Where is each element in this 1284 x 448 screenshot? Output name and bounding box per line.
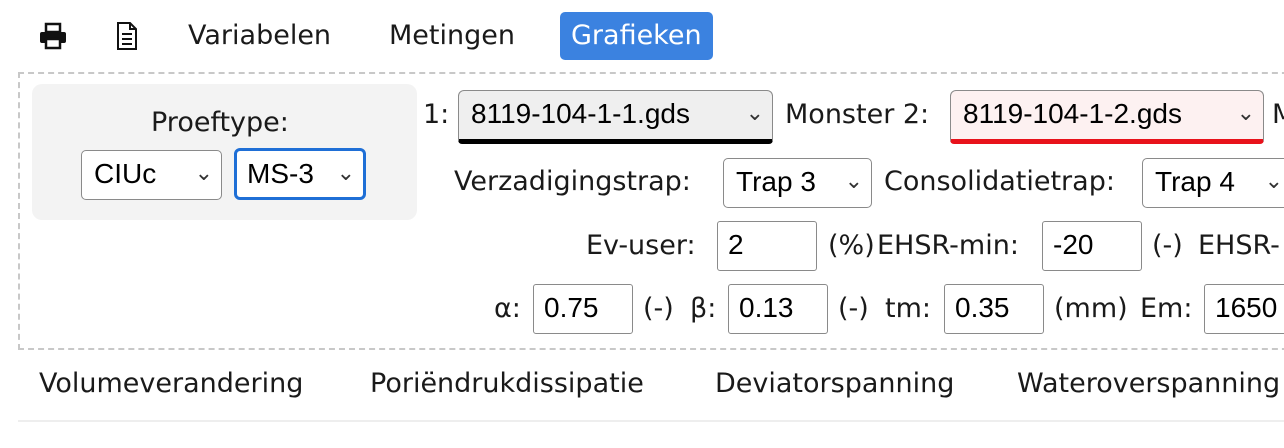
saturation-step-value: Trap 3 — [736, 166, 816, 197]
tab-wateroverspanning[interactable]: Wateroverspanning — [1017, 362, 1280, 406]
chevron-down-icon: ⌄ — [844, 169, 863, 194]
ev-user-label: Ev-user: — [586, 230, 696, 261]
tabs-divider — [18, 420, 1284, 422]
proeftype-label: Proeftype: — [151, 107, 289, 138]
ehsr-min-input[interactable]: -20 — [1042, 221, 1142, 271]
em-label: Em: — [1140, 293, 1193, 324]
sample-2-select[interactable]: 8119-104-1-2.gds ⌄ — [950, 90, 1264, 144]
chevron-down-icon: ⌄ — [745, 101, 764, 126]
sample-1-select[interactable]: 8119-104-1-1.gds ⌄ — [458, 90, 773, 144]
sample-1-value: 8119-104-1-1.gds — [471, 98, 690, 129]
chevron-down-icon: ⌄ — [1236, 101, 1255, 126]
tab-poriendrukdissipatie[interactable]: Poriëndrukdissipatie — [370, 362, 644, 406]
consolidation-step-select[interactable]: Trap 4 ⌄ — [1142, 158, 1284, 208]
ev-user-unit: (%) — [828, 230, 875, 261]
alpha-label: α: — [494, 293, 521, 324]
ehsr-min-label: EHSR-min: — [877, 230, 1019, 261]
tm-input[interactable]: 0.35 — [944, 284, 1044, 334]
consolidation-step-label: Consolidatietrap: — [884, 166, 1115, 197]
menu-grafieken[interactable]: Grafieken — [560, 12, 713, 60]
beta-input[interactable]: 0.13 — [728, 284, 828, 334]
tab-volumeverandering[interactable]: Volumeverandering — [39, 362, 303, 406]
test-type-value: CIUc — [94, 158, 157, 189]
printer-icon[interactable] — [38, 20, 68, 52]
saturation-step-label: Verzadigingstrap: — [454, 166, 691, 197]
alpha-unit: (-) — [643, 293, 674, 324]
menu-variabelen[interactable]: Variabelen — [188, 12, 331, 60]
alpha-input[interactable]: 0.75 — [533, 284, 633, 334]
test-type-select[interactable]: CIUc ⌄ — [81, 150, 222, 200]
chevron-down-icon: ⌄ — [1264, 169, 1283, 194]
sample-set-value: MS-3 — [247, 158, 314, 189]
em-input[interactable]: 1650 — [1204, 284, 1284, 334]
sample-set-select[interactable]: MS-3 ⌄ — [234, 148, 366, 200]
saturation-step-select[interactable]: Trap 3 ⌄ — [723, 158, 872, 208]
chevron-down-icon: ⌄ — [194, 161, 213, 186]
consolidation-step-value: Trap 4 — [1155, 166, 1235, 197]
ehsr-next-label: EHSR- — [1198, 230, 1280, 261]
sample-2-value: 8119-104-1-2.gds — [963, 98, 1182, 129]
document-icon[interactable] — [112, 20, 142, 52]
tm-unit: (mm) — [1054, 293, 1128, 324]
ehsr-min-unit: (-) — [1152, 230, 1183, 261]
beta-label: β: — [690, 293, 717, 324]
tm-label: tm: — [885, 293, 931, 324]
tab-deviatorspanning[interactable]: Deviatorspanning — [715, 362, 954, 406]
sample-1-label: 1: — [423, 99, 450, 130]
sample-2-label: Monster 2: — [785, 99, 930, 130]
menu-metingen[interactable]: Metingen — [389, 12, 515, 60]
ev-user-input[interactable]: 2 — [717, 221, 817, 271]
chevron-down-icon: ⌄ — [336, 161, 355, 186]
beta-unit: (-) — [838, 293, 869, 324]
sample-3-label: M — [1272, 99, 1284, 130]
